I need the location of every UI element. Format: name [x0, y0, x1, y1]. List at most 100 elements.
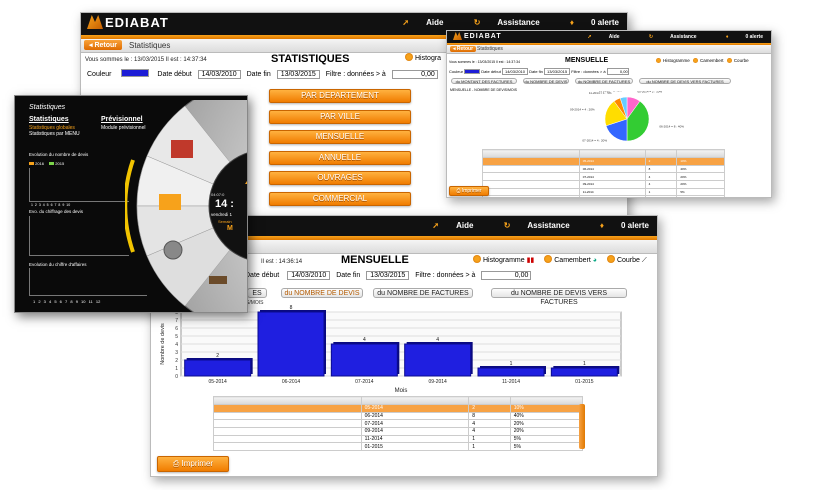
- mini2-title: Evo. du chiffrage des devis: [29, 209, 83, 214]
- table-row[interactable]: 07-2014 4 20%: [213, 419, 584, 429]
- menu-button-0[interactable]: PAR DEPARTEMENT: [269, 89, 411, 103]
- menu-button-4[interactable]: OUVRAGES: [269, 171, 411, 186]
- main-alert-link[interactable]: ♦ 0 alerte: [586, 221, 649, 230]
- table-cell: 1: [644, 187, 678, 197]
- gears-icon[interactable]: [163, 240, 183, 260]
- table-row[interactable]: 07-2014 4 20%: [482, 172, 725, 182]
- bar-09-2014: [404, 343, 472, 377]
- small-opt-camembert-label: Camembert: [700, 58, 724, 63]
- bar-value-label: 4: [436, 337, 439, 343]
- table-row[interactable]: 09-2014 4 20%: [482, 180, 725, 189]
- main-tab-nombre-devis[interactable]: du NOMBRE DE DEVIS: [281, 288, 363, 298]
- date-debut-input[interactable]: 14/03/2010: [197, 70, 241, 79]
- main-filtre-input[interactable]: 0,00: [481, 271, 532, 280]
- small-tab-nombre-factures[interactable]: du NOMBRE DE FACTURES: [575, 78, 633, 84]
- main-date-fin-input[interactable]: 13/03/2015: [366, 271, 410, 280]
- main-tab-devis-vers-factures[interactable]: du NOMBRE DE DEVIS VERS FACTURES: [491, 288, 627, 306]
- table-cell: 4: [644, 172, 678, 182]
- couleur-picker[interactable]: [121, 69, 150, 77]
- main-help-icon: ➚: [432, 221, 440, 230]
- menu-button-5[interactable]: COMMERCIAL: [269, 191, 411, 206]
- pie-label: 01-2015 = 1 : 5%: [599, 91, 622, 92]
- table-row[interactable]: 05-2014 2 10%: [482, 157, 725, 166]
- bar-value-label: 1: [583, 361, 586, 367]
- main-imprimer-button[interactable]: ⎙ Imprimer: [157, 456, 229, 472]
- main-date-debut-input[interactable]: 14/03/2010: [287, 271, 331, 280]
- y-tick-label: 6: [175, 326, 178, 332]
- table-header-cell[interactable]: [509, 396, 584, 405]
- table-row[interactable]: 05-2014 2 10%: [213, 404, 584, 413]
- table-header-cell[interactable]: [676, 149, 725, 158]
- table-row[interactable]: 09-2014 4 20%: [213, 427, 584, 436]
- menu-button-2[interactable]: MENSUELLE: [269, 130, 411, 145]
- table-cell: 5%: [509, 442, 584, 452]
- help-icon: ➚: [402, 18, 410, 27]
- main-tab-nombre-factures[interactable]: du NOMBRE DE FACTURES: [373, 288, 473, 298]
- small-couleur-picker[interactable]: [464, 69, 481, 74]
- small-opt-histogramme[interactable]: Histogramme: [654, 58, 690, 63]
- pie-label: 09-2014 = 4 : 20%: [570, 107, 595, 111]
- main-aide-link[interactable]: ➚ Aide: [418, 221, 473, 230]
- small-data-table: 05-2014 2 10% 06-2014 8 40% 07-2014 4 20% 09-2014…: [482, 149, 725, 197]
- table-cell: 06-2014: [578, 164, 646, 174]
- main-alert-icon: ♦: [599, 221, 604, 230]
- alert-link[interactable]: ♦ 0 alerte: [556, 18, 619, 27]
- small-tab-devis-vers-factures[interactable]: du NOMBRE DE DEVIS VERS FACTURES: [639, 78, 731, 84]
- main-opt-courbe[interactable]: Courbe ⟋: [605, 255, 647, 264]
- small-refresh-icon: ↻: [648, 34, 654, 40]
- date-fin-input[interactable]: 13/03/2015: [276, 70, 320, 79]
- small-date-fin-input[interactable]: 13/03/2015: [544, 68, 571, 75]
- table-row[interactable]: 06-2014 8 40%: [482, 164, 725, 174]
- table-row[interactable]: 06-2014 8 40%: [213, 411, 584, 421]
- main-page-title: MENSUELLE: [341, 254, 409, 266]
- menu-button-3[interactable]: ANNUELLE: [269, 150, 411, 165]
- legend-swatch-1: [29, 162, 34, 165]
- curve-icon: ⟋: [641, 257, 647, 264]
- main-opt-camembert[interactable]: Camembert ◕: [542, 255, 597, 264]
- small-date-debut-input[interactable]: 14/03/2010: [501, 68, 528, 75]
- filtre-input[interactable]: 0,00: [391, 70, 438, 79]
- table-header-cell[interactable]: [578, 149, 646, 158]
- histogram-icon: ▮▮: [526, 257, 535, 264]
- menu-button-1[interactable]: PAR VILLE: [269, 109, 411, 124]
- dial-small-time: 04:07:0: [211, 192, 225, 197]
- table-header-cell[interactable]: [213, 396, 362, 405]
- table-header-cell[interactable]: [468, 396, 511, 405]
- small-opt-camembert[interactable]: Camembert: [691, 58, 724, 63]
- table-header-cell[interactable]: [644, 149, 678, 158]
- table-cell: [213, 434, 362, 444]
- alert-icon: ♦: [569, 18, 574, 27]
- table-row[interactable]: 01-201515%: [213, 442, 584, 452]
- y-tick-label: 3: [175, 350, 178, 356]
- small-opt-courbe[interactable]: Courbe: [725, 58, 749, 63]
- table-header-cell[interactable]: [482, 149, 580, 158]
- table-row[interactable]: 11-2014 1 5%: [482, 187, 725, 197]
- table-row[interactable]: 11-2014 1 5%: [213, 434, 584, 444]
- small-imprimer-button[interactable]: ⎙ Imprimer: [449, 186, 489, 196]
- small-assistance-link[interactable]: ↻ Assistance: [635, 34, 697, 40]
- table-header-cell[interactable]: [360, 396, 470, 405]
- stat-header[interactable]: Statistiques: [29, 116, 69, 123]
- small-tab-nombre-devis[interactable]: du NOMBRE DE DEVIS: [523, 78, 569, 84]
- main-assistance-link[interactable]: ↻ Assistance: [490, 221, 570, 230]
- small-aide-link[interactable]: ➚ Aide: [573, 34, 619, 40]
- main-radio-icon: [473, 255, 481, 263]
- histogramme-option[interactable]: Histogra: [403, 53, 441, 62]
- small-retour-button[interactable]: ◂ Retour: [450, 46, 477, 52]
- stat-link-menu[interactable]: Statistiques par MENU: [29, 131, 80, 137]
- table-cell: [482, 180, 580, 189]
- hammer-icon[interactable]: [209, 276, 227, 284]
- table-scrollbar[interactable]: [579, 404, 585, 449]
- table-row[interactable]: 01-201515%: [482, 195, 725, 197]
- main-tab-partial[interactable]: ES: [247, 288, 267, 298]
- aide-link[interactable]: ➚ Aide: [388, 18, 443, 27]
- tools-icon[interactable]: [171, 140, 193, 158]
- small-tab-montant-factures[interactable]: du MONTANT DES FACTURES: [451, 78, 517, 84]
- assistance-link[interactable]: ↻ Assistance: [460, 18, 540, 27]
- histogramme-label: Histogra: [415, 55, 442, 62]
- small-filtre-input[interactable]: 0,00: [606, 68, 629, 75]
- main-opt-histogramme[interactable]: Histogramme ▮▮: [471, 255, 535, 264]
- retour-button[interactable]: ◂ Retour: [84, 40, 123, 50]
- small-alert-link[interactable]: ♦ 0 alerte: [712, 34, 763, 40]
- documents-icon[interactable]: [159, 194, 181, 210]
